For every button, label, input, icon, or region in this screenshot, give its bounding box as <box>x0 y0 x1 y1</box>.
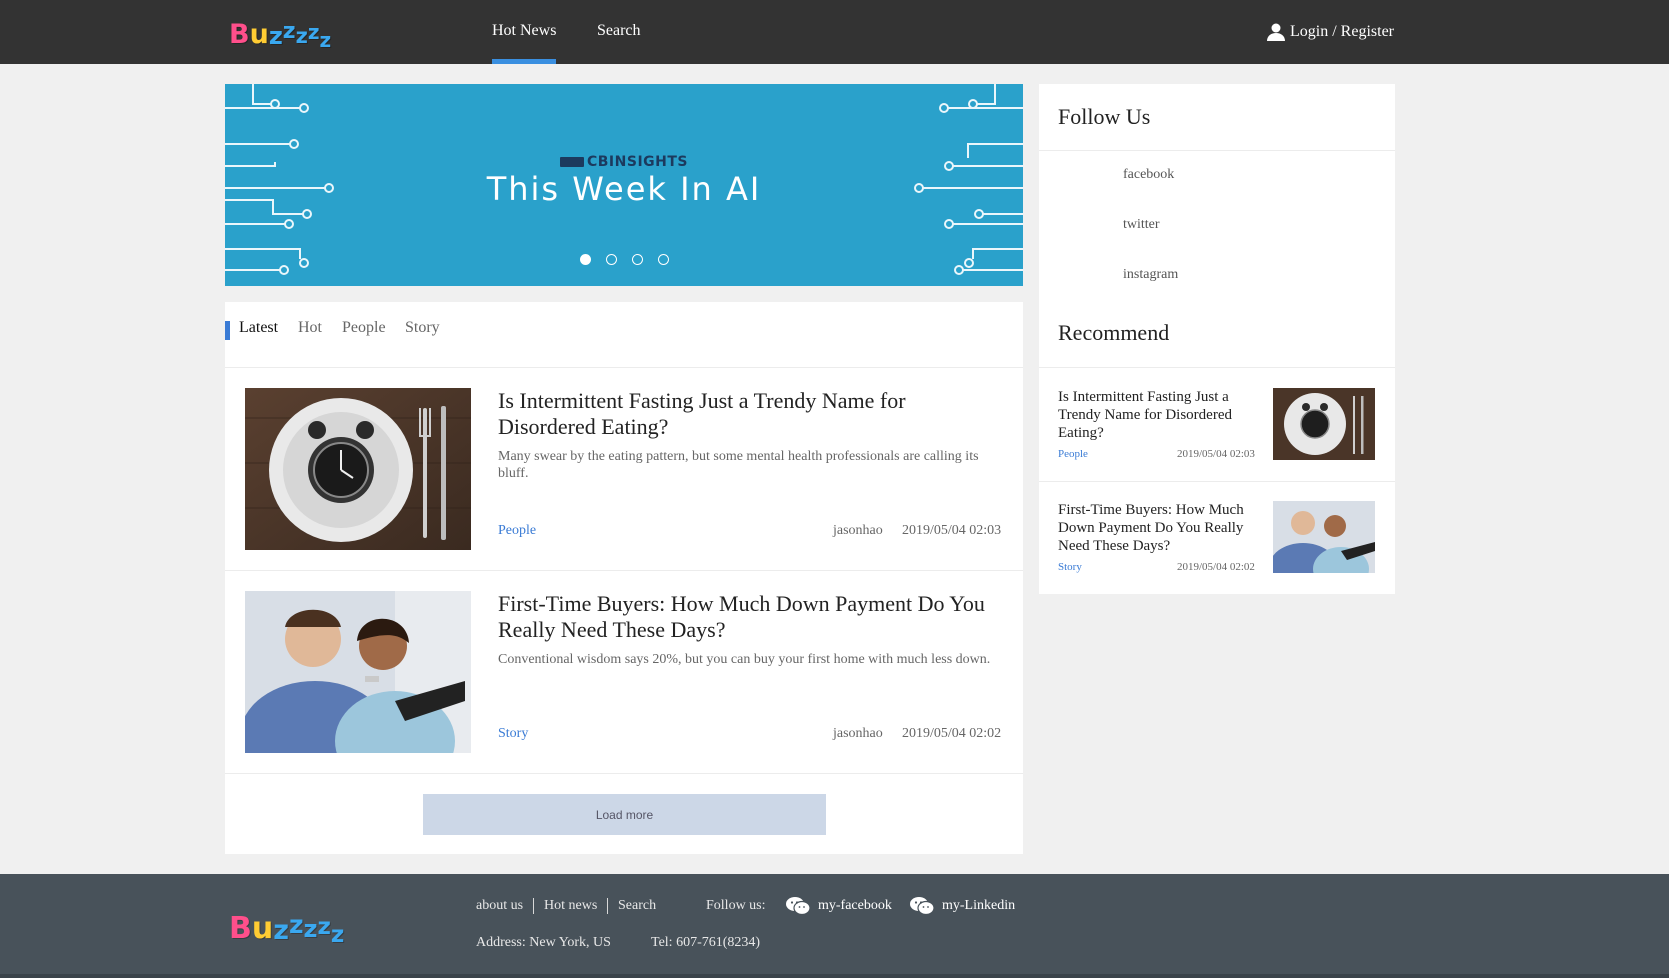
site-logo[interactable]: Buzzzzz <box>229 10 332 52</box>
tab-latest[interactable]: Latest <box>239 319 278 337</box>
footer-search-link[interactable]: Search <box>618 898 656 914</box>
category-tabs: Latest Hot People Story <box>225 302 1023 368</box>
footer-separator <box>607 898 608 914</box>
banner-title: This Week In AI <box>486 170 762 208</box>
logo-letter: z <box>303 915 318 943</box>
load-more-button[interactable]: Load more <box>423 794 826 835</box>
site-footer: Buzzzzz about us Hot news Search Follow … <box>0 874 1669 978</box>
recommend-heading: Recommend <box>1058 320 1170 345</box>
article-category[interactable]: People <box>498 523 536 539</box>
logo-letter: u <box>249 19 269 50</box>
tab-accent-bar <box>225 321 230 340</box>
divider <box>1039 150 1395 151</box>
recommend-category[interactable]: People <box>1058 448 1088 460</box>
carousel-dot-4[interactable] <box>657 254 669 265</box>
recommend-thumbnail[interactable] <box>1273 388 1375 460</box>
tab-people[interactable]: People <box>342 319 386 337</box>
footer-hot-news-link[interactable]: Hot news <box>544 898 597 914</box>
logo-letter: z <box>288 910 304 939</box>
banner-brand-text: CBINSIGHTS <box>586 154 688 170</box>
logo-letter: u <box>251 911 274 946</box>
recommend-category[interactable]: Story <box>1058 561 1082 573</box>
login-label: Login / Register <box>1290 23 1394 40</box>
follow-facebook-link[interactable]: facebook <box>1123 167 1174 183</box>
article-card: First-Time Buyers: How Much Down Payment… <box>225 571 1023 774</box>
footer-facebook-link[interactable]: my-facebook <box>786 896 892 916</box>
wechat-icon <box>910 897 934 916</box>
article-author: jasonhao <box>833 726 883 741</box>
nav-search[interactable]: Search <box>597 0 641 64</box>
sidebar: Follow Us facebook twitter instagram Rec… <box>1039 84 1395 594</box>
logo-letter: z <box>295 24 308 48</box>
logo-letter: z <box>307 20 320 44</box>
follow-twitter-link[interactable]: twitter <box>1123 217 1160 233</box>
carousel-dot-3[interactable] <box>631 254 643 265</box>
hero-carousel[interactable]: CBINSIGHTS This Week In AI <box>225 84 1023 286</box>
article-category[interactable]: Story <box>498 726 528 742</box>
logo-letter: z <box>319 28 332 52</box>
recommend-item: First-Time Buyers: How Much Down Payment… <box>1039 481 1395 594</box>
footer-linkedin-label: my-Linkedin <box>942 898 1016 913</box>
carousel-dot-1[interactable] <box>579 254 591 265</box>
recommend-date: 2019/05/04 02:03 <box>1177 448 1255 460</box>
article-description: Many swear by the eating pattern, but so… <box>498 449 979 481</box>
carousel-dot-2[interactable] <box>605 254 617 265</box>
tab-story[interactable]: Story <box>405 319 440 337</box>
footer-facebook-label: my-facebook <box>818 898 892 913</box>
footer-linkedin-link[interactable]: my-Linkedin <box>910 896 1015 916</box>
logo-letter: B <box>229 911 252 946</box>
article-title[interactable]: First-Time Buyers: How Much Down Payment… <box>498 591 1003 643</box>
footer-tel: Tel: 607-761(8234) <box>651 935 761 950</box>
login-register-link[interactable]: Login / Register <box>1266 0 1394 64</box>
nav-hot-news[interactable]: Hot News <box>492 0 557 64</box>
follow-instagram-link[interactable]: instagram <box>1123 267 1178 283</box>
cb-logo-icon <box>559 157 584 167</box>
footer-address: Address: New York, US <box>476 935 611 950</box>
tab-hot[interactable]: Hot <box>298 319 322 337</box>
footer-follow-label: Follow us: <box>706 898 766 913</box>
article-thumbnail[interactable] <box>245 591 471 753</box>
recommend-title[interactable]: First-Time Buyers: How Much Down Payment… <box>1058 501 1248 555</box>
footer-about-link[interactable]: about us <box>476 898 523 914</box>
recommend-date: 2019/05/04 02:02 <box>1177 561 1255 573</box>
top-navbar: Buzzzzz Hot News Search Login / Register <box>0 0 1669 64</box>
recommend-title[interactable]: Is Intermittent Fasting Just a Trendy Na… <box>1058 388 1248 442</box>
recommend-item: Is Intermittent Fasting Just a Trendy Na… <box>1039 368 1395 481</box>
carousel-dots <box>225 254 1023 265</box>
logo-letter: z <box>268 22 283 50</box>
banner-brand: CBINSIGHTS <box>225 154 1023 170</box>
logo-letter: z <box>282 19 296 44</box>
logo-letter: B <box>229 19 250 50</box>
logo-letter: z <box>330 922 345 948</box>
article-description: Conventional wisdom says 20%, but you ca… <box>498 652 991 667</box>
user-icon <box>1267 23 1286 41</box>
follow-us-heading: Follow Us <box>1058 104 1151 129</box>
article-thumbnail[interactable] <box>245 388 471 550</box>
footer-separator <box>533 898 534 914</box>
logo-letter: z <box>317 914 331 940</box>
article-list-panel: Latest Hot People Story Is Intermittent … <box>225 302 1023 854</box>
article-date: 2019/05/04 02:03 <box>902 523 1002 538</box>
article-title[interactable]: Is Intermittent Fasting Just a Trendy Na… <box>498 388 1003 440</box>
wechat-icon <box>786 897 810 916</box>
article-author: jasonhao <box>833 523 883 538</box>
footer-logo[interactable]: Buzzzzz <box>229 904 345 948</box>
logo-letter: z <box>273 915 289 946</box>
article-card: Is Intermittent Fasting Just a Trendy Na… <box>225 368 1023 571</box>
article-date: 2019/05/04 02:02 <box>902 726 1002 741</box>
recommend-thumbnail[interactable] <box>1273 501 1375 573</box>
